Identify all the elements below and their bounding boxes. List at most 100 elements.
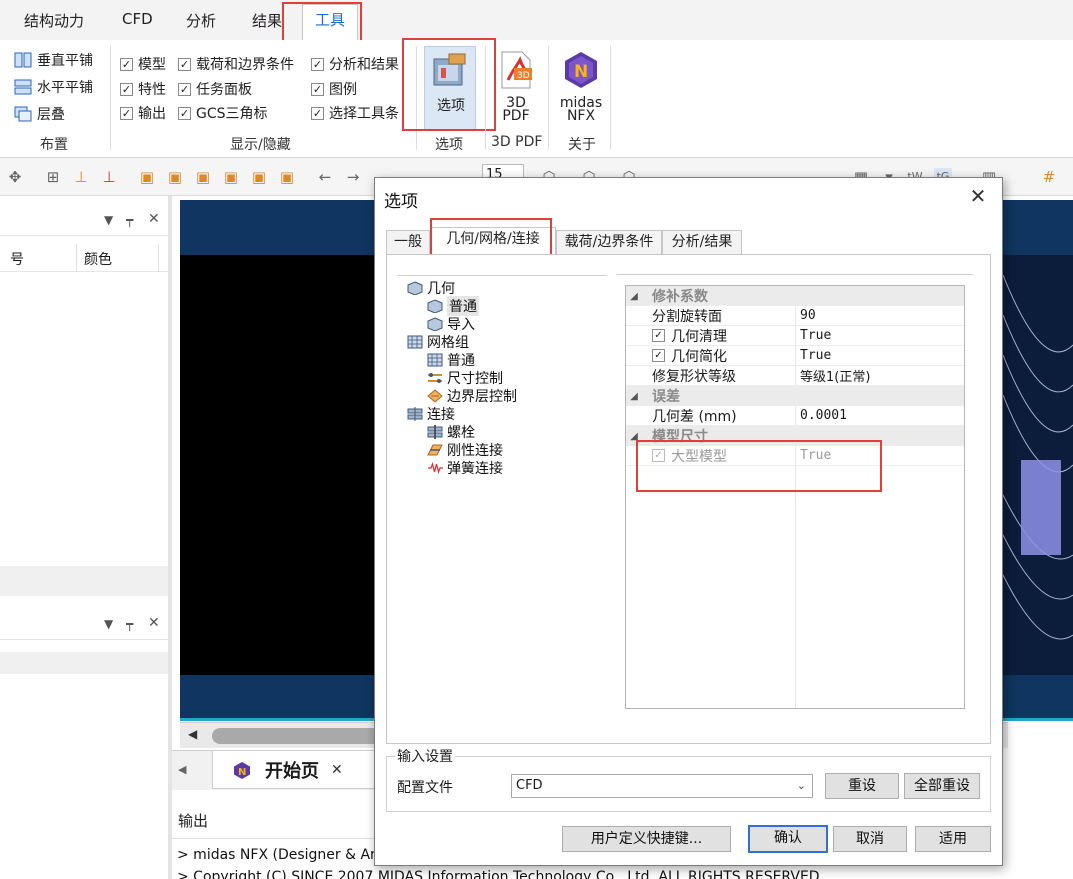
cascade-label: 层叠 [37, 107, 65, 123]
tab-analysis[interactable]: 分析 [186, 10, 216, 31]
close-icon[interactable]: ✕ [968, 186, 988, 206]
prop-repair-level[interactable]: 修复形状等级 等级1(正常) [626, 366, 964, 386]
prop-geometry-simplify[interactable]: ✓ 几何简化 True [626, 346, 964, 366]
tab-loads-bc[interactable]: 载荷/边界条件 [556, 230, 662, 254]
tree-node-bolt[interactable]: 螺栓 [427, 422, 475, 442]
grid-icon[interactable]: ⊞ [44, 168, 62, 186]
ok-button[interactable]: 确认 [748, 825, 828, 853]
reset-button[interactable]: 重设 [825, 773, 899, 799]
pin-icon[interactable]: ┯ [126, 213, 133, 227]
pane-dropdown-icon[interactable]: ▼ [104, 213, 113, 227]
3d-pdf-label-line2: PDF [502, 108, 530, 124]
prop-large-model[interactable]: ✓ 大型模型 True [626, 446, 964, 466]
collapse-triangle-icon[interactable]: ◢ [626, 391, 642, 402]
reset-all-button[interactable]: 全部重设 [904, 773, 980, 799]
mesh-icon [427, 353, 443, 367]
view-top-icon[interactable]: ▣ [278, 168, 296, 186]
view-left-icon[interactable]: ▣ [222, 168, 240, 186]
toggle-loads-bc[interactable]: ✓ 载荷和边界条件 [178, 54, 294, 74]
view-back-icon[interactable]: ▣ [194, 168, 212, 186]
redo-arrow-icon[interactable]: → [344, 168, 362, 186]
document-tab-bar: ◀ N 开始页 ✕ [172, 750, 390, 790]
prop-value[interactable]: 0.0001 [800, 408, 847, 423]
prop-geometry-clean[interactable]: ✓ 几何清理 True [626, 326, 964, 346]
tab-cfd[interactable]: CFD [122, 10, 153, 28]
toggle-analysis-results[interactable]: ✓ 分析和结果 [311, 54, 399, 74]
undo-arrow-icon[interactable]: ← [316, 168, 334, 186]
category-model-size[interactable]: ◢ 模型尺寸 [626, 426, 964, 446]
midas-nfx-logo-icon: N [234, 761, 250, 779]
tree-node-connection[interactable]: 连接 [407, 404, 455, 424]
tab-geometry-mesh-connection[interactable]: 几何/网格/连接 [430, 227, 556, 255]
tab-analysis-results[interactable]: 分析/结果 [662, 230, 742, 254]
tree-label: 弹簧连接 [447, 461, 503, 477]
prop-value[interactable]: 等级1(正常) [800, 366, 870, 385]
checkbox-checked-icon: ✓ [120, 82, 133, 96]
tree-label: 刚性连接 [447, 443, 503, 459]
close-icon[interactable]: ✕ [148, 615, 160, 631]
view-right-icon[interactable]: ▣ [250, 168, 268, 186]
axis-red-icon[interactable]: ⊥ [100, 168, 118, 186]
tab-start-page-label: 开始页 [265, 760, 319, 782]
toggle-legend-label: 图例 [329, 82, 357, 98]
axis-icon[interactable]: ⊥ [72, 168, 90, 186]
collapse-triangle-icon[interactable]: ◢ [626, 291, 642, 302]
config-file-select[interactable]: CFD ⌄ [511, 774, 813, 798]
options-dialog: 选项 ✕ 一般 几何/网格/连接 载荷/边界条件 分析/结果 几何 普通 导入 … [374, 177, 1003, 866]
tree-node-geometry-import[interactable]: 导入 [427, 314, 475, 334]
tree-node-boundary-layer[interactable]: 边界层控制 [427, 386, 517, 406]
toggle-task-pane[interactable]: ✓ 任务面板 [178, 79, 252, 99]
custom-shortcuts-button[interactable]: 用户定义快捷键... [562, 826, 731, 852]
move-icon[interactable]: ✥ [6, 168, 24, 186]
toggle-legend[interactable]: ✓ 图例 [311, 79, 357, 99]
pane-splitter[interactable] [0, 566, 168, 596]
tree-node-size-control[interactable]: 尺寸控制 [427, 368, 503, 388]
toggle-properties[interactable]: ✓ 特性 [120, 79, 166, 99]
close-icon[interactable]: ✕ [331, 762, 343, 778]
pane-dropdown-icon[interactable]: ▼ [104, 617, 113, 631]
toggle-gcs-triad[interactable]: ✓ GCS三角标 [178, 103, 268, 123]
tree-node-mesh-general[interactable]: 普通 [427, 350, 475, 370]
hash-grid-icon[interactable]: # [1040, 168, 1058, 186]
tree-label: 螺栓 [447, 425, 475, 441]
tab-results[interactable]: 结果 [252, 10, 282, 31]
checkbox-checked-icon[interactable]: ✓ [652, 349, 665, 362]
prop-value[interactable]: True [800, 328, 831, 343]
tab-tools[interactable]: 工具 [302, 4, 358, 40]
tree-node-spring-link[interactable]: 弹簧连接 [427, 458, 503, 478]
tile-horizontal-button[interactable]: 水平平铺 [14, 77, 93, 97]
toggle-model-label: 模型 [138, 57, 166, 73]
about-nfx-button[interactable]: N midas NFX [558, 48, 604, 128]
view-front-icon[interactable]: ▣ [166, 168, 184, 186]
category-tolerance[interactable]: ◢ 误差 [626, 386, 964, 406]
tab-structural-dynamics[interactable]: 结构动力 [24, 10, 84, 31]
prop-value[interactable]: 90 [800, 308, 816, 323]
cascade-button[interactable]: 层叠 [14, 104, 65, 124]
tree-node-geometry[interactable]: 几何 [407, 278, 455, 298]
toggle-model[interactable]: ✓ 模型 [120, 54, 166, 74]
tab-general[interactable]: 一般 [386, 230, 430, 254]
tree-node-rigid-link[interactable]: 刚性连接 [427, 440, 503, 460]
close-icon[interactable]: ✕ [148, 211, 160, 227]
3d-pdf-button[interactable]: 3D 3D PDF [494, 48, 538, 128]
mesh-icon [407, 335, 423, 349]
cancel-button[interactable]: 取消 [833, 826, 907, 852]
checkbox-checked-icon[interactable]: ✓ [652, 329, 665, 342]
pin-icon[interactable]: ┯ [126, 617, 133, 631]
tab-scroll-left-icon[interactable]: ◀ [178, 763, 186, 776]
tree-node-geometry-general[interactable]: 普通 [427, 296, 479, 316]
tile-vertical-button[interactable]: 垂直平铺 [14, 50, 93, 70]
prop-split-rotation[interactable]: 分割旋转面 90 [626, 306, 964, 326]
prop-value[interactable]: True [800, 348, 831, 363]
view-iso-icon[interactable]: ▣ [138, 168, 156, 186]
scroll-left-icon[interactable]: ◀ [188, 727, 197, 741]
tree-node-mesh-group[interactable]: 网格组 [407, 332, 469, 352]
apply-button[interactable]: 适用 [915, 826, 991, 852]
options-button[interactable]: 选项 [424, 46, 476, 130]
collapse-triangle-icon[interactable]: ◢ [626, 431, 642, 442]
toggle-output[interactable]: ✓ 输出 [120, 103, 166, 123]
toggle-selection-toolbar[interactable]: ✓ 选择工具条 [311, 103, 405, 123]
category-repair[interactable]: ◢ 修补系数 [626, 286, 964, 306]
prop-geometry-tolerance[interactable]: 几何差 (mm) 0.0001 [626, 406, 964, 426]
tab-start-page[interactable]: N 开始页 ✕ [212, 751, 390, 789]
